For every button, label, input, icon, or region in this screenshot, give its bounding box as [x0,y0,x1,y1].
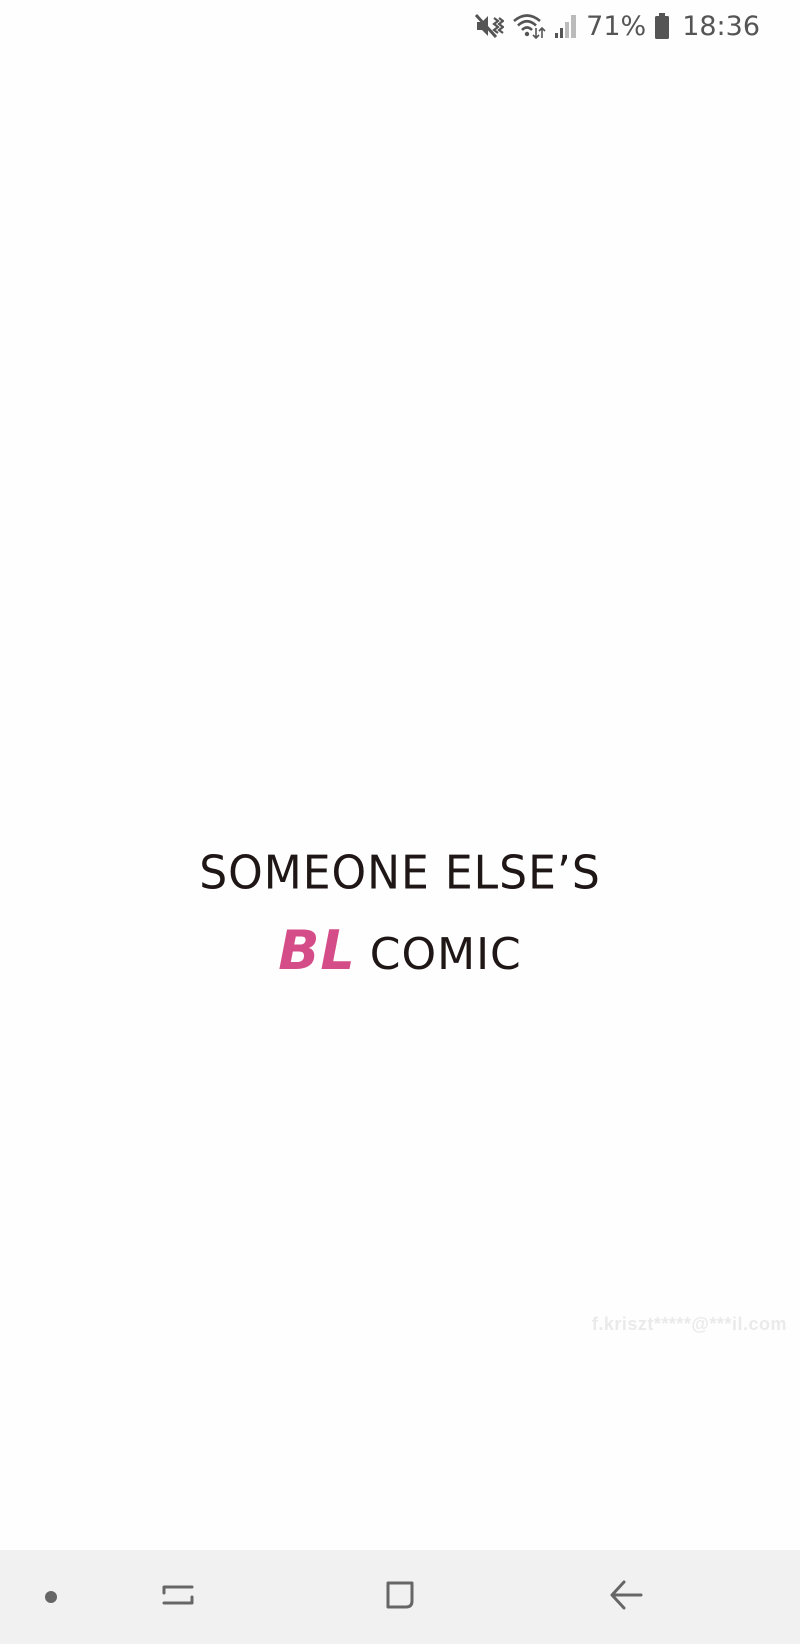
battery-percent: 71% [586,10,647,42]
recent-apps-icon [160,1577,196,1618]
home-icon [382,1577,418,1618]
comic-title: SOMEONE ELSE’S BL COMIC [0,846,800,982]
title-bl: BL [278,919,356,982]
signal-icon [554,13,578,39]
dot-icon[interactable] [45,1591,57,1603]
back-button[interactable] [598,1550,654,1644]
status-bar: 71% 18:36 [0,0,800,52]
title-comic: COMIC [369,929,522,980]
mute-vibrate-icon [474,12,505,40]
title-line-1: SOMEONE ELSE’S [199,846,601,901]
back-icon [608,1577,644,1618]
home-button[interactable] [372,1550,428,1644]
battery-icon [654,12,670,40]
title-line-2: BL COMIC [0,919,800,982]
email-watermark: f.kriszt*****@***il.com [591,1314,787,1334]
status-icons: 71% 18:36 [474,6,760,46]
recent-apps-button[interactable] [150,1550,206,1644]
navigation-bar [0,1550,800,1644]
phone-screen: 71% 18:36 SOMEONE ELSE’S BL COMIC f.krisz… [0,0,800,1644]
clock: 18:36 [682,10,760,42]
wifi-icon [512,12,546,40]
